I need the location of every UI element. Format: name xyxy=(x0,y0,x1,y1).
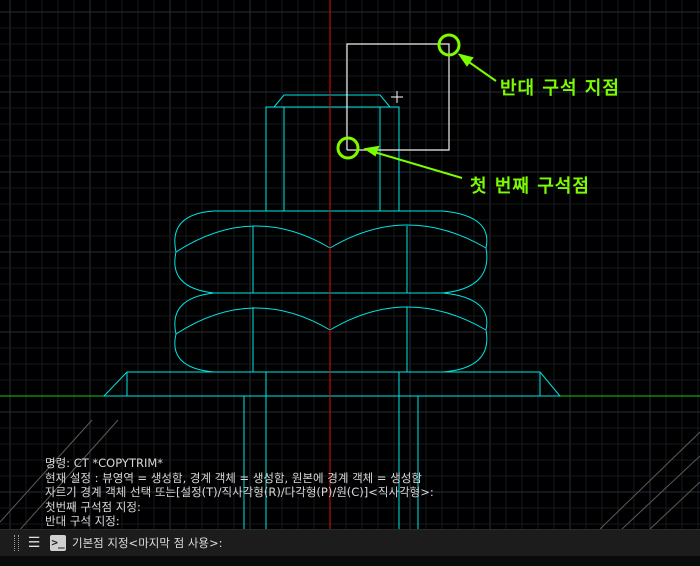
command-prompt-icon: >_ xyxy=(50,535,66,551)
washer xyxy=(102,371,562,397)
command-history: 명령: CT *COPYTRIM* 현재 설정 : 뷰영역 = 생성함, 경계 … xyxy=(45,456,685,529)
bolt-head-chamfer xyxy=(272,94,392,108)
history-line: 반대 구석 지정: xyxy=(45,514,120,529)
history-line: 명령: CT *COPYTRIM* xyxy=(45,456,164,470)
first-corner-marker-icon xyxy=(336,136,360,160)
callout-arrow-opposite xyxy=(457,53,497,82)
drawing-viewport[interactable]: 반대 구석 지점 첫 번째 구석점 명령: CT *COPYTRIM* 현재 설… xyxy=(0,0,700,566)
hamburger-menu-icon[interactable]: ☰ xyxy=(25,534,43,552)
crosshair-cursor-icon xyxy=(391,91,403,103)
history-line: 첫번째 구석점 지정: xyxy=(45,499,141,514)
bolt-head xyxy=(265,106,400,212)
history-line: 자르기 경계 객체 선택 또는[설정(T)/직사각형(R)/다각형(P)/원(C… xyxy=(45,485,434,500)
history-line: 현재 설정 : 뷰영역 = 생성함, 경계 객체 = 생성함, 원본에 경계 객… xyxy=(45,470,422,485)
callout-first-corner: 첫 번째 구석점 xyxy=(470,176,590,197)
status-strip xyxy=(0,556,700,566)
callout-opposite-corner: 반대 구석 지점 xyxy=(500,78,620,99)
command-input[interactable] xyxy=(72,533,692,553)
drag-grip-handle[interactable] xyxy=(14,535,19,551)
command-line-bar: ☰ >_ xyxy=(0,529,700,557)
